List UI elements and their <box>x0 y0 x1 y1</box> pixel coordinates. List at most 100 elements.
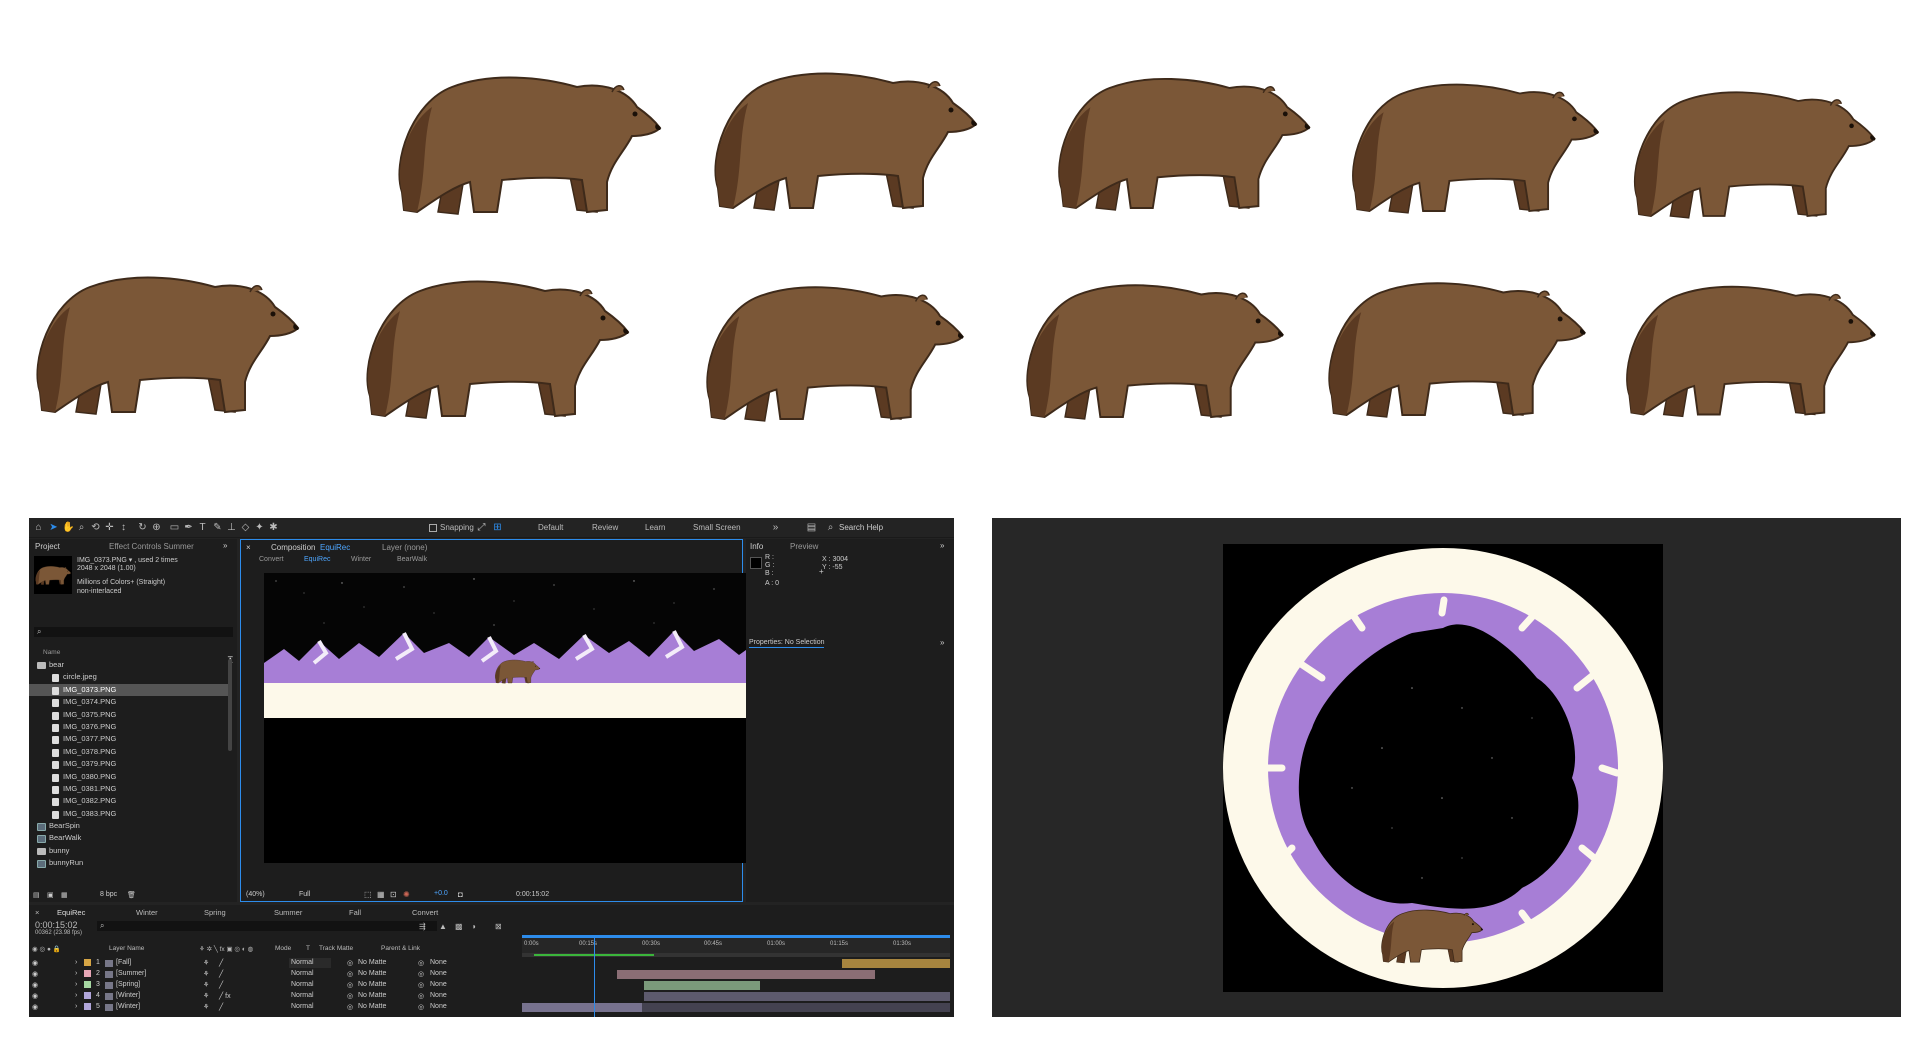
quality-icon[interactable]: ╱ <box>219 1003 223 1011</box>
graph-editor-icon[interactable]: ⊠ <box>495 922 502 931</box>
quality-icon[interactable]: ╱ <box>219 970 223 978</box>
timeline-tab-summer[interactable]: Summer <box>274 908 302 917</box>
workspace-menu-icon[interactable]: ▤ <box>806 522 817 533</box>
hand-tool-icon[interactable]: ✋ <box>62 522 74 533</box>
pickwhip-icon[interactable]: ◎ <box>418 981 424 989</box>
selection-tool-icon[interactable]: ➤ <box>48 522 59 533</box>
parent-dropdown[interactable]: None <box>430 970 447 977</box>
list-item[interactable]: IMG_0383.PNG <box>29 808 229 820</box>
snap-icon[interactable]: ⤢ <box>476 522 487 533</box>
label-color[interactable] <box>84 959 91 966</box>
timeline-tab-fall[interactable]: Fall <box>349 908 361 917</box>
motion-blur-icon[interactable]: ◑ <box>471 922 476 931</box>
list-item[interactable]: IMG_0380.PNG <box>29 771 229 783</box>
bpc-button[interactable]: 8 bpc <box>100 891 117 898</box>
new-folder-icon[interactable]: ▣ <box>47 891 54 899</box>
tab-effect-controls[interactable]: Effect Controls Summer <box>109 542 194 551</box>
shy-icon[interactable]: ⚘ <box>203 981 209 989</box>
label-color[interactable] <box>84 1003 91 1010</box>
close-icon[interactable]: × <box>35 908 39 917</box>
shy-icon[interactable]: ⚘ <box>203 970 209 978</box>
visibility-icon[interactable]: ◉ <box>32 959 38 967</box>
rotate-tool-icon[interactable]: ↻ <box>137 522 148 533</box>
close-icon[interactable]: × <box>246 543 251 552</box>
list-item[interactable]: IMG_0381.PNG <box>29 783 229 795</box>
mode-dropdown[interactable]: Normal <box>291 992 314 999</box>
project-search-input[interactable]: ⌕ <box>34 627 233 637</box>
playhead[interactable] <box>594 935 595 1017</box>
project-scrollbar[interactable] <box>228 659 232 751</box>
pen-tool-icon[interactable]: ✒ <box>183 522 194 533</box>
interpret-footage-icon[interactable]: ▤ <box>33 891 40 899</box>
expand-chevron-icon[interactable]: › <box>75 992 77 999</box>
breadcrumb-bearwalk[interactable]: BearWalk <box>397 556 427 563</box>
rectangle-tool-icon[interactable]: ▭ <box>169 522 180 533</box>
track-matte-dropdown[interactable]: No Matte <box>358 970 386 977</box>
properties-panel-title[interactable]: Properties: No Selection <box>749 639 825 648</box>
comp-bearspin[interactable]: BearSpin <box>29 820 229 832</box>
work-area-bar[interactable] <box>522 935 950 938</box>
pickwhip-icon[interactable]: ◎ <box>418 970 424 978</box>
track-matte-dropdown[interactable]: No Matte <box>358 981 386 988</box>
brush-tool-icon[interactable]: ✎ <box>212 522 223 533</box>
tab-project[interactable]: Project <box>35 542 60 551</box>
new-comp-icon[interactable]: ▦ <box>61 891 68 899</box>
snapping-checkbox[interactable] <box>429 524 437 532</box>
parent-dropdown[interactable]: None <box>430 959 447 966</box>
list-item[interactable]: IMG_0376.PNG <box>29 721 229 733</box>
current-time[interactable]: 0:00:15:02 <box>516 891 549 898</box>
pickwhip-icon[interactable]: ◎ <box>418 1003 424 1011</box>
layer-tab[interactable]: Layer (none) <box>382 543 427 552</box>
pickwhip-icon[interactable]: ◎ <box>418 959 424 967</box>
list-item[interactable]: IMG_0377.PNG <box>29 733 229 745</box>
composition-viewer[interactable] <box>264 573 800 863</box>
quality-icon[interactable]: ╱ <box>219 959 223 967</box>
workspace-overflow-icon[interactable]: » <box>770 522 781 533</box>
list-item[interactable]: IMG_0378.PNG <box>29 746 229 758</box>
list-item[interactable]: IMG_0375.PNG <box>29 709 229 721</box>
layer-name[interactable]: [Summer] <box>116 970 146 977</box>
snapshot-icon[interactable]: ◘ <box>458 890 463 899</box>
layer-name[interactable]: [Winter] <box>116 1003 140 1010</box>
comp-bunnyrun[interactable]: bunnyRun <box>29 857 229 869</box>
panel-overflow-icon[interactable]: » <box>223 541 227 550</box>
visibility-icon[interactable]: ◉ <box>32 970 38 978</box>
comp-bearwalk[interactable]: BearWalk <box>29 832 229 844</box>
type-tool-icon[interactable]: T <box>197 522 208 533</box>
home-icon[interactable]: ⌂ <box>33 522 44 533</box>
parent-dropdown[interactable]: None <box>430 1003 447 1010</box>
timeline-tab-spring[interactable]: Spring <box>204 908 226 917</box>
parent-dropdown[interactable]: None <box>430 992 447 999</box>
label-color[interactable] <box>84 992 91 999</box>
track-matte-dropdown[interactable]: No Matte <box>358 992 386 999</box>
label-color[interactable] <box>84 981 91 988</box>
transparency-grid-icon[interactable]: ▦ <box>377 890 385 899</box>
timeline-tab-winter[interactable]: Winter <box>136 908 158 917</box>
zoom-dropdown[interactable]: (40%) <box>246 891 265 898</box>
search-help-field[interactable]: Search Help <box>839 523 883 532</box>
mode-dropdown[interactable]: Normal <box>291 981 314 988</box>
composition-name[interactable]: EquiRec <box>320 543 350 552</box>
tab-info[interactable]: Info <box>750 542 763 551</box>
shy-icon[interactable]: ⚘ <box>203 959 209 967</box>
list-item[interactable]: IMG_0379.PNG <box>29 758 229 770</box>
color-management-icon[interactable]: ✺ <box>403 890 410 899</box>
frame-blending-icon[interactable]: ▩ <box>455 922 463 931</box>
composition-mini-flowchart-icon[interactable]: ⇶ <box>419 922 426 931</box>
visibility-icon[interactable]: ◉ <box>32 981 38 989</box>
roto-tool-icon[interactable]: ✦ <box>254 522 265 533</box>
orbit-tool-icon[interactable]: ⟲ <box>90 522 101 533</box>
draft-3d-icon[interactable]: ▲ <box>439 922 447 931</box>
track-matte-dropdown[interactable]: No Matte <box>358 959 386 966</box>
panel-overflow-icon[interactable]: » <box>940 638 944 647</box>
timeline-tab-equirec[interactable]: EquiRec <box>57 908 85 917</box>
timeline-timecode[interactable]: 0:00:15:02 <box>35 920 78 930</box>
breadcrumb-convert[interactable]: Convert <box>259 556 284 563</box>
tab-preview[interactable]: Preview <box>790 542 818 551</box>
track-matte-dropdown[interactable]: No Matte <box>358 1003 386 1010</box>
workspace-small-screen[interactable]: Small Screen <box>693 523 741 532</box>
label-color[interactable] <box>84 970 91 977</box>
expand-chevron-icon[interactable]: › <box>75 1003 77 1010</box>
workspace-default[interactable]: Default <box>538 523 563 532</box>
timeline-tab-convert[interactable]: Convert <box>412 908 438 917</box>
